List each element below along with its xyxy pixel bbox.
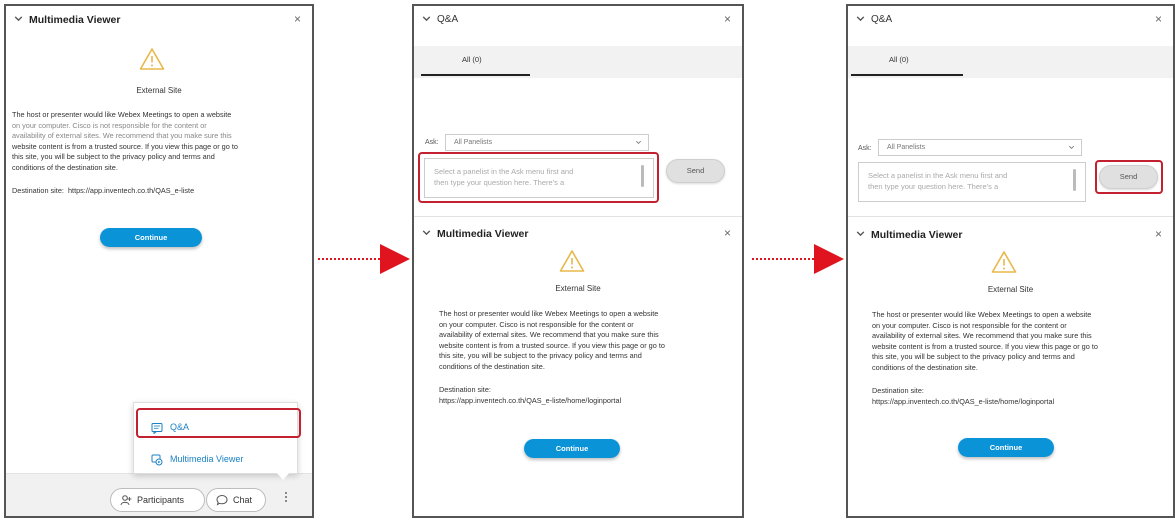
menu-item-multimedia-viewer[interactable]: Multimedia Viewer: [134, 446, 297, 474]
section-divider: [848, 216, 1173, 217]
qa-title: Q&A: [871, 14, 893, 25]
chevron-down-icon[interactable]: [855, 13, 866, 24]
highlight-qa-menu-item: [136, 408, 301, 438]
ask-select[interactable]: All Panelists: [878, 139, 1082, 156]
continue-button[interactable]: Continue: [524, 439, 620, 458]
active-tab-indicator: [851, 74, 963, 76]
notice-text: The host or presenter would like Webex M…: [12, 110, 238, 172]
menu-item-label: Multimedia Viewer: [170, 454, 244, 464]
chat-button[interactable]: Chat: [206, 488, 266, 512]
panel-header: Multimedia Viewer ×: [6, 6, 312, 34]
chat-label: Chat: [233, 495, 253, 505]
external-site-heading: External Site: [987, 285, 1034, 294]
ask-selected-value: All Panelists: [887, 144, 926, 151]
panel-title: Multimedia Viewer: [871, 229, 963, 241]
destination-site: Destination site: https://app.inventech.…: [439, 385, 622, 405]
ask-selected-value: All Panelists: [454, 139, 493, 146]
highlight-question-input: [418, 152, 659, 203]
panel-title: Multimedia Viewer: [29, 14, 121, 26]
warning-icon: [559, 250, 585, 272]
continue-button[interactable]: Continue: [958, 438, 1054, 457]
chevron-down-icon[interactable]: [13, 13, 24, 24]
external-site-heading: External Site: [136, 86, 182, 95]
tab-all[interactable]: All (0): [889, 55, 909, 64]
send-button[interactable]: Send: [666, 159, 725, 183]
multimedia-header: Multimedia Viewer ×: [848, 221, 1173, 249]
active-tab-indicator: [421, 74, 530, 76]
close-icon[interactable]: ×: [724, 226, 731, 240]
multimedia-viewer-panel-step1: Multimedia Viewer × External Site The ho…: [4, 4, 314, 518]
chevron-down-icon[interactable]: [855, 228, 866, 239]
chevron-down-icon: [1069, 145, 1074, 149]
close-icon[interactable]: ×: [1155, 12, 1162, 26]
ask-select[interactable]: All Panelists: [445, 134, 649, 151]
step-arrow-2: [752, 244, 844, 274]
notice-text: The host or presenter would like Webex M…: [439, 309, 665, 371]
continue-button[interactable]: Continue: [100, 228, 202, 247]
multimedia-header: Multimedia Viewer ×: [414, 220, 742, 248]
participants-button[interactable]: Participants: [110, 488, 205, 512]
external-site-heading: External Site: [555, 284, 601, 293]
close-icon[interactable]: ×: [724, 12, 731, 26]
warning-icon: [991, 251, 1017, 273]
ask-label: Ask:: [858, 145, 872, 152]
close-icon[interactable]: ×: [1155, 227, 1162, 241]
tab-all[interactable]: All (0): [462, 55, 482, 64]
chevron-down-icon: [636, 140, 641, 144]
step-arrow-1: [318, 244, 410, 274]
multimedia-icon: [151, 454, 163, 466]
question-input[interactable]: Select a panelist in the Ask menu first …: [858, 162, 1086, 202]
ask-label: Ask:: [425, 139, 439, 146]
chat-icon: [216, 494, 228, 506]
menu-pointer: [276, 472, 290, 480]
qa-header: Q&A ×: [848, 6, 1173, 34]
qa-panel-step3: Q&A × All (0) Ask: All Panelists Select …: [846, 4, 1175, 518]
qa-header: Q&A ×: [414, 6, 742, 34]
more-options-icon[interactable]: [285, 492, 289, 504]
notice-text: The host or presenter would like Webex M…: [872, 310, 1098, 372]
destination-site: Destination site: https://app.inventech.…: [12, 186, 195, 195]
qa-tabbar: All (0): [414, 46, 742, 78]
participants-label: Participants: [137, 495, 185, 505]
chevron-down-icon[interactable]: [421, 227, 432, 238]
qa-panel-step2: Q&A × All (0) Ask: All Panelists Select …: [412, 4, 744, 518]
close-icon[interactable]: ×: [294, 12, 301, 26]
warning-icon: [139, 48, 165, 70]
chevron-down-icon[interactable]: [421, 13, 432, 24]
panel-title: Multimedia Viewer: [437, 228, 529, 240]
participants-icon: [120, 495, 132, 506]
highlight-send-button: [1095, 160, 1163, 194]
question-scrollbar[interactable]: [1073, 169, 1076, 191]
question-placeholder: Select a panelist in the Ask menu first …: [868, 171, 1008, 191]
qa-title: Q&A: [437, 14, 459, 25]
destination-site: Destination site: https://app.inventech.…: [872, 386, 1055, 406]
section-divider: [414, 216, 742, 217]
qa-tabbar: All (0): [848, 46, 1173, 78]
